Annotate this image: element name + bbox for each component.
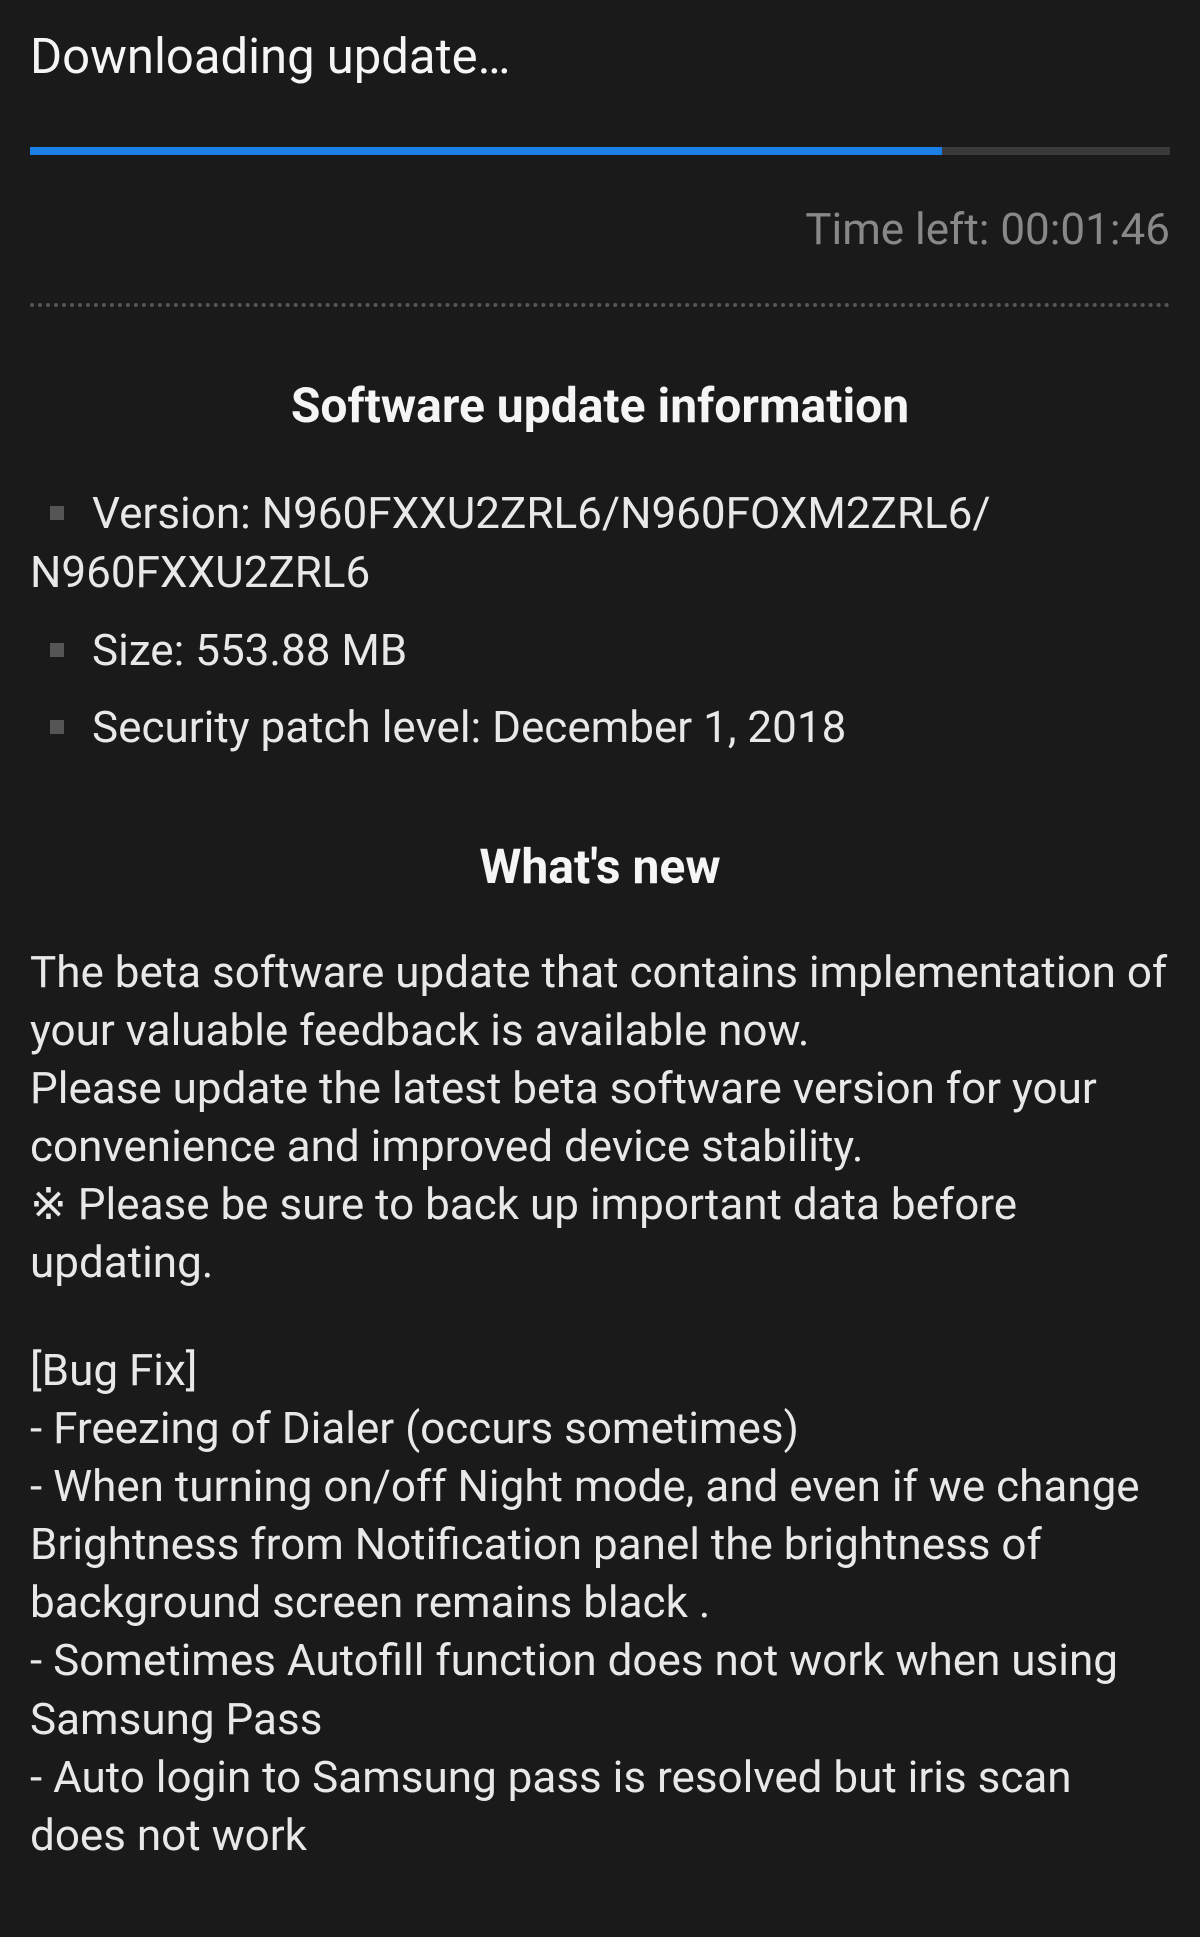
intro-paragraph-1: The beta software update that contains i… [30, 943, 1170, 1059]
intro-paragraph-2: Please update the latest beta software v… [30, 1059, 1170, 1175]
version-text: Version: N960FXXU2ZRL6/N960FOXM2ZRL6/ N9… [92, 484, 1170, 603]
page-title: Downloading update… [30, 28, 1170, 85]
download-progress-fill [30, 147, 942, 155]
size-text: Size: 553.88 MB [92, 621, 1170, 680]
patch-text: Security patch level: December 1, 2018 [92, 698, 1170, 757]
download-progress-bar [30, 147, 1170, 155]
version-line1: Version: N960FXXU2ZRL6/N960FOXM2ZRL6/ [92, 487, 991, 539]
bugfix-item-1: - Freezing of Dialer (occurs sometimes) [30, 1399, 1170, 1457]
size-item: Size: 553.88 MB [30, 621, 1170, 680]
bugfix-item-2: - When turning on/off Night mode, and ev… [30, 1457, 1170, 1631]
version-line2: N960FXXU2ZRL6 [30, 543, 370, 602]
bugfix-heading: [Bug Fix] [30, 1341, 1170, 1399]
backup-warning: ※ Please be sure to back up important da… [30, 1175, 1170, 1291]
patch-item: Security patch level: December 1, 2018 [30, 698, 1170, 757]
bugfix-item-4: - Auto login to Samsung pass is resolved… [30, 1748, 1170, 1864]
update-info-list: Version: N960FXXU2ZRL6/N960FOXM2ZRL6/ N9… [30, 484, 1170, 758]
bullet-icon [50, 720, 64, 734]
software-update-info-heading: Software update information [30, 377, 1170, 434]
bullet-icon [50, 506, 64, 520]
bullet-icon [50, 643, 64, 657]
version-item: Version: N960FXXU2ZRL6/N960FOXM2ZRL6/ N9… [30, 484, 1170, 603]
divider [30, 303, 1170, 307]
whats-new-body: The beta software update that contains i… [30, 943, 1170, 1864]
whats-new-heading: What's new [30, 838, 1170, 895]
time-left-label: Time left: 00:01:46 [30, 203, 1170, 255]
bugfix-item-3: - Sometimes Autofill function does not w… [30, 1631, 1170, 1747]
